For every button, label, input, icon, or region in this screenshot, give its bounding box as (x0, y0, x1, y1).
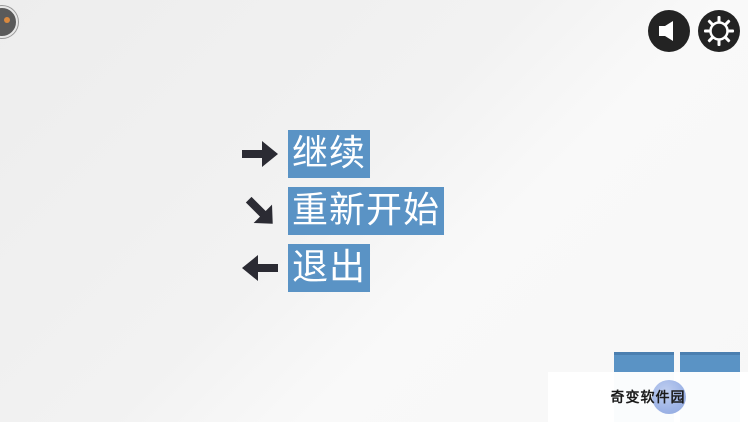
watermark: 奇变软件园 (548, 372, 748, 422)
exit-label[interactable]: 退出 (288, 244, 371, 292)
sound-button[interactable] (648, 10, 690, 52)
settings-button[interactable] (698, 10, 740, 52)
menu-item-restart[interactable]: 重新开始 (238, 187, 445, 235)
spark-icon (4, 17, 10, 23)
settings-gear-icon (704, 16, 734, 46)
pause-menu: 继续 重新开始 退出 (238, 130, 445, 301)
arrow-left-icon (238, 248, 282, 288)
watermark-text: 奇变软件园 (610, 390, 686, 406)
continue-label[interactable]: 继续 (288, 130, 371, 178)
restart-label[interactable]: 重新开始 (288, 187, 445, 235)
arrow-down-right-icon (238, 191, 282, 231)
sound-icon (659, 21, 673, 41)
top-toolbar (648, 10, 740, 52)
menu-item-exit[interactable]: 退出 (238, 244, 444, 292)
arrow-right-icon (238, 134, 282, 174)
corner-badge-icon[interactable] (0, 6, 18, 38)
menu-item-continue[interactable]: 继续 (238, 130, 444, 178)
